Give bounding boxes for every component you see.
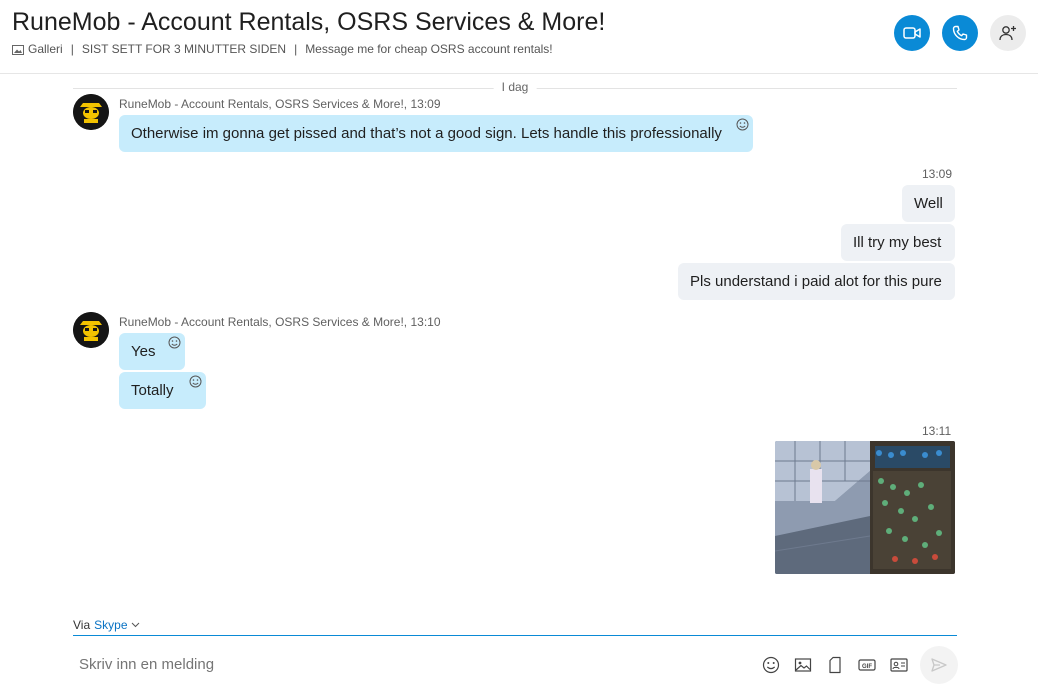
message-time: 13:11 — [922, 424, 952, 438]
svg-text:GIF: GIF — [862, 664, 872, 670]
message-text: Otherwise im gonna get pissed and that’s… — [131, 125, 722, 142]
via-label: Via — [73, 618, 91, 632]
chevron-down-icon[interactable] — [131, 622, 140, 628]
date-divider: I dag — [73, 80, 957, 96]
contact-card-icon[interactable] — [890, 656, 908, 674]
add-people-button[interactable] — [990, 15, 1026, 51]
compose-divider — [73, 635, 957, 636]
emoji-react-icon[interactable] — [736, 118, 749, 131]
video-call-icon — [903, 27, 921, 39]
emoji-react-icon[interactable] — [168, 336, 181, 349]
service-selector[interactable]: Skype — [94, 618, 127, 632]
gif-icon[interactable]: GIF — [858, 656, 876, 674]
emoji-icon[interactable] — [762, 656, 780, 674]
image-message[interactable] — [775, 441, 955, 574]
emoji-react-icon[interactable] — [189, 375, 202, 388]
phone-icon — [952, 25, 968, 41]
message-text: Yes — [131, 343, 156, 360]
message-text: Ill try my best — [853, 234, 942, 251]
sender-name[interactable]: RuneMob - Account Rentals, OSRS Services… — [119, 315, 407, 329]
message-time: 13:09 — [410, 97, 441, 111]
file-icon[interactable] — [826, 656, 844, 674]
send-icon — [931, 658, 947, 672]
message-bubble[interactable]: Otherwise im gonna get pissed and that’s… — [119, 115, 753, 152]
message-text: Well — [914, 195, 943, 212]
message-input[interactable] — [79, 656, 729, 673]
sender-line: RuneMob - Account Rentals, OSRS Services… — [119, 315, 441, 329]
message-text: Totally — [131, 382, 174, 399]
gallery-icon[interactable] — [12, 44, 24, 55]
via-service: Via Skype — [73, 618, 140, 632]
gallery-link[interactable]: Galleri — [28, 42, 63, 56]
message-bubble[interactable]: Totally — [119, 372, 206, 409]
avatar[interactable] — [73, 94, 109, 130]
message-bubble[interactable]: Yes — [119, 333, 185, 370]
avatar[interactable] — [73, 312, 109, 348]
message-text: Pls understand i paid alot for this pure — [690, 273, 942, 290]
separator: | — [70, 42, 74, 56]
date-label: I dag — [493, 80, 537, 94]
separator: | — [294, 42, 298, 56]
conversation-title[interactable]: RuneMob - Account Rentals, OSRS Services… — [12, 8, 605, 37]
send-button[interactable] — [920, 646, 958, 684]
add-person-icon — [999, 26, 1016, 41]
sender-line: RuneMob - Account Rentals, OSRS Services… — [119, 97, 441, 111]
mood-message: Message me for cheap OSRS account rental… — [305, 42, 553, 56]
sender-name[interactable]: RuneMob - Account Rentals, OSRS Services… — [119, 97, 407, 111]
video-call-button[interactable] — [894, 15, 930, 51]
last-seen-status: SIST SETT FOR 3 MINUTTER SIDEN — [81, 42, 287, 56]
message-time: 13:09 — [922, 167, 953, 181]
chat-header: RuneMob - Account Rentals, OSRS Services… — [0, 0, 1038, 74]
message-bubble[interactable]: Ill try my best — [841, 224, 955, 261]
message-time: 13:10 — [410, 315, 441, 329]
message-bubble[interactable]: Well — [902, 185, 955, 222]
message-bubble[interactable]: Pls understand i paid alot for this pure — [678, 263, 955, 300]
conversation-subline: Galleri | SIST SETT FOR 3 MINUTTER SIDEN… — [12, 42, 553, 56]
audio-call-button[interactable] — [942, 15, 978, 51]
image-icon[interactable] — [794, 656, 812, 674]
